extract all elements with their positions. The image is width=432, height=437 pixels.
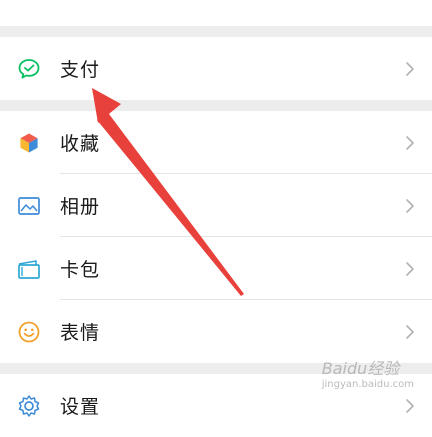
watermark-text: Baidu经验 bbox=[321, 359, 400, 378]
chevron-right-icon bbox=[404, 134, 416, 152]
menu-item-pay[interactable]: 支付 bbox=[0, 37, 432, 100]
menu-item-label: 卡包 bbox=[60, 259, 101, 281]
menu-item-label: 支付 bbox=[60, 59, 101, 81]
menu-item-favorites[interactable]: 收藏 bbox=[0, 111, 432, 174]
card-wallet-icon bbox=[16, 256, 42, 282]
favorites-cube-icon bbox=[16, 130, 42, 156]
menu-item-label: 表情 bbox=[60, 322, 101, 344]
menu-item-label: 设置 bbox=[60, 396, 101, 418]
chevron-right-icon bbox=[404, 197, 416, 215]
section-gap bbox=[0, 26, 432, 37]
pay-group: 支付 bbox=[0, 37, 432, 100]
watermark: Baidu经验 jingyan.baidu.com bbox=[322, 355, 414, 390]
chevron-right-icon bbox=[404, 397, 416, 415]
menu-item-album[interactable]: 相册 bbox=[0, 174, 432, 237]
chevron-right-icon bbox=[404, 260, 416, 278]
section-gap bbox=[0, 100, 432, 111]
menu-item-stickers[interactable]: 表情 bbox=[0, 300, 432, 363]
main-group: 收藏 相册 卡包 表情 bbox=[0, 111, 432, 363]
wechat-pay-icon bbox=[16, 56, 42, 82]
chevron-right-icon bbox=[404, 323, 416, 341]
gear-icon bbox=[16, 393, 42, 419]
menu-item-label: 收藏 bbox=[60, 133, 101, 155]
watermark-url: jingyan.baidu.com bbox=[321, 379, 414, 390]
menu-item-cards[interactable]: 卡包 bbox=[0, 237, 432, 300]
smiley-icon bbox=[16, 319, 42, 345]
chevron-right-icon bbox=[404, 60, 416, 78]
top-partial-row bbox=[0, 0, 432, 26]
menu-item-label: 相册 bbox=[60, 196, 101, 218]
album-icon bbox=[16, 193, 42, 219]
